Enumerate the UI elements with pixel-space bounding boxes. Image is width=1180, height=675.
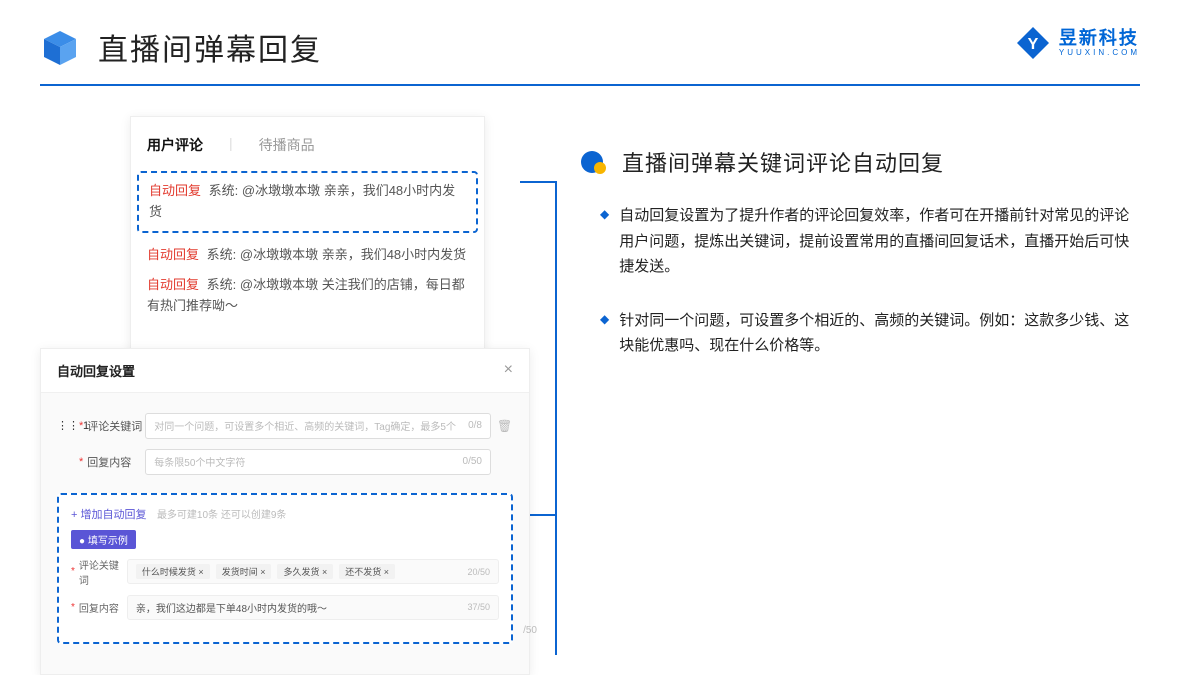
required-dot: * xyxy=(79,456,83,468)
highlighted-comment: 自动回复 系统: @冰墩墩本墩 亲亲，我们48小时内发货 xyxy=(137,171,478,233)
ex-content-label: 回复内容 xyxy=(79,600,127,615)
brand-name-cn: 昱新科技 xyxy=(1059,29,1140,47)
comment-item: 自动回复 系统: @冰墩墩本墩 关注我们的店铺，每日都有热门推荐呦～ xyxy=(147,275,468,317)
section-icon xyxy=(580,148,608,176)
tab-pending-products[interactable]: 待播商品 xyxy=(259,135,315,155)
tab-separator: | xyxy=(229,135,233,155)
keyword-chip: 发货时间 × xyxy=(216,564,272,579)
keyword-input[interactable]: 对同一个问题，可设置多个相近、高频的关键词，Tag确定，最多5个 0/8 xyxy=(145,413,491,439)
content-input[interactable]: 每条限50个中文字符 0/50 xyxy=(145,449,491,475)
content-label: 回复内容 xyxy=(87,454,145,470)
connector-line xyxy=(520,181,555,183)
diamond-icon: ◆ xyxy=(600,207,609,280)
section-title: 直播间弹幕关键词评论自动回复 xyxy=(622,146,944,178)
example-section: + 增加自动回复 最多可建10条 还可以创建9条 ● 填写示例 * 评论关键词 … xyxy=(57,493,513,644)
bullet-item: ◆ 针对同一个问题，可设置多个相近的、高频的关键词。例如：这款多少钱、这块能优惠… xyxy=(600,308,1140,359)
tab-user-comments[interactable]: 用户评论 xyxy=(147,135,203,155)
connector-line xyxy=(555,181,557,655)
brand-logo: Y 昱新科技 YUUXIN.COM xyxy=(1015,25,1140,61)
comment-item: 自动回复 系统: @冰墩墩本墩 亲亲，我们48小时内发货 xyxy=(147,245,468,266)
auto-reply-tag: 自动回复 xyxy=(149,183,201,198)
keyword-label: 评论关键词 xyxy=(87,418,145,434)
trash-icon[interactable]: 🗑 xyxy=(497,419,513,433)
required-dot: * xyxy=(79,420,83,432)
logo-cube-icon xyxy=(40,27,80,67)
ex-content-box: 亲，我们这边都是下单48小时内发货的哦～ 37/50 xyxy=(127,595,499,620)
keyword-chip: 还不发货 × xyxy=(339,564,395,579)
comments-tabs: 用户评论 | 待播商品 xyxy=(147,135,468,155)
add-hint: 最多可建10条 还可以创建9条 xyxy=(157,510,286,521)
diamond-icon: ◆ xyxy=(600,312,609,359)
close-icon[interactable]: × xyxy=(504,361,513,379)
ex-keyword-label: 评论关键词 xyxy=(79,557,127,587)
autoreply-settings-panel: 自动回复设置 × ⋮⋮ 1 * 评论关键词 对同一个问题，可设置多个相近、高频的… xyxy=(40,348,530,675)
keyword-chip: 多久发货 × xyxy=(277,564,333,579)
example-badge: ● 填写示例 xyxy=(71,530,136,549)
settings-title: 自动回复设置 xyxy=(57,361,135,380)
system-label: 系统: xyxy=(209,183,239,198)
brand-name-en: YUUXIN.COM xyxy=(1059,49,1140,57)
keyword-chip: 什么时候发货 × xyxy=(136,564,210,579)
row-index[interactable]: ⋮⋮ 1 xyxy=(57,419,79,432)
bullet-item: ◆ 自动回复设置为了提升作者的评论回复效率，作者可在开播前针对常见的评论用户问题… xyxy=(600,203,1140,280)
tail-counter: /50 xyxy=(523,625,537,636)
ex-keyword-box: 什么时候发货 × 发货时间 × 多久发货 × 还不发货 × 20/50 xyxy=(127,559,499,584)
page-title: 直播间弹幕回复 xyxy=(98,25,322,69)
add-autoreply-link[interactable]: + 增加自动回复 xyxy=(71,506,146,522)
svg-text:Y: Y xyxy=(1028,36,1039,53)
